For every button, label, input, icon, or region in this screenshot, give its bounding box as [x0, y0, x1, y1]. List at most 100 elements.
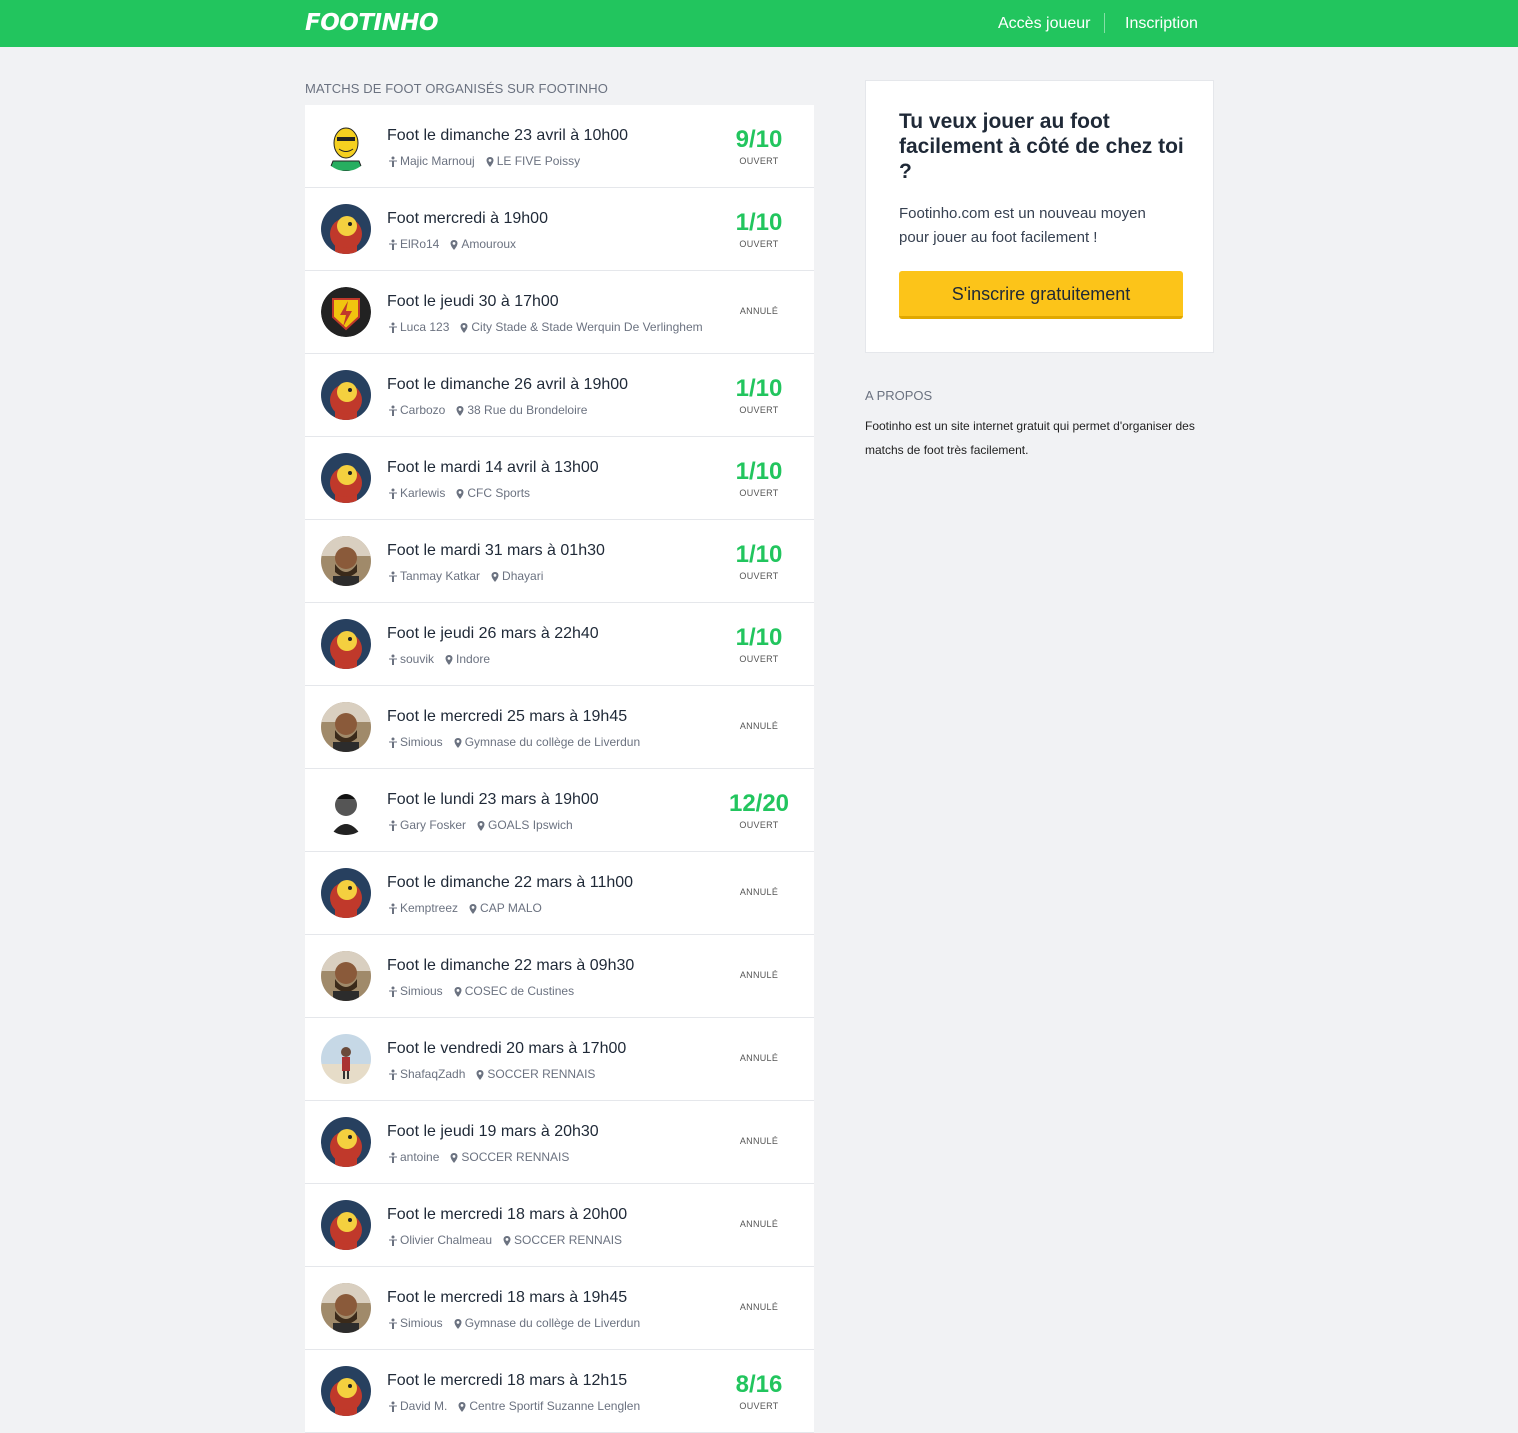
organizer-name: Karlewis: [400, 486, 446, 500]
match-row[interactable]: Foot le mercredi 18 mars à 20h00 Olivier …: [305, 1184, 814, 1267]
match-row[interactable]: Foot le jeudi 19 mars à 20h30 antoine SOCC…: [305, 1101, 814, 1184]
match-row[interactable]: Foot le dimanche 22 mars à 11h00 Kemptree…: [305, 852, 814, 935]
match-title[interactable]: Foot le vendredi 20 mars à 17h00: [387, 1040, 626, 1058]
match-row[interactable]: Foot le vendredi 20 mars à 17h00 ShafaqZa…: [305, 1018, 814, 1101]
match-row[interactable]: Foot le dimanche 22 mars à 09h30 Simious C…: [305, 935, 814, 1018]
match-title[interactable]: Foot mercredi à 19h00: [387, 210, 548, 228]
match-location: Gymnase du collège de Liverdun: [464, 735, 641, 749]
match-title[interactable]: Foot le mercredi 18 mars à 12h15: [387, 1372, 627, 1390]
person-icon: [387, 1067, 400, 1081]
promo-text: Footinho.com est un nouveau moyen pour j…: [899, 205, 1146, 246]
match-title[interactable]: Foot le jeudi 26 mars à 22h40: [387, 625, 599, 643]
match-title[interactable]: Foot le jeudi 30 à 17h00: [387, 293, 559, 311]
footinho-logo[interactable]: FOOTINHO: [305, 9, 439, 37]
match-title[interactable]: Foot le mercredi 18 mars à 19h45: [387, 1289, 627, 1307]
match-location: SOCCER RENNAIS: [461, 1150, 570, 1164]
match-status: 1/10 OUVERT: [724, 520, 794, 603]
organizer-name: Kemptreez: [400, 901, 459, 915]
location-pin-icon: [454, 486, 467, 500]
location-pin-icon: [474, 1067, 487, 1081]
person-icon: [387, 652, 400, 666]
match-status: 1/10 OUVERT: [724, 437, 794, 520]
match-status: ANNULÉ: [724, 271, 794, 354]
match-row[interactable]: Foot le jeudi 26 mars à 22h40 souvik Indor…: [305, 603, 814, 686]
match-row[interactable]: Foot le mercredi 18 mars à 19h45 Simious G…: [305, 1267, 814, 1350]
match-title[interactable]: Foot le dimanche 22 mars à 11h00: [387, 874, 633, 892]
organizer-avatar: [321, 1200, 371, 1250]
match-title[interactable]: Foot le mercredi 18 mars à 20h00: [387, 1206, 627, 1224]
match-row[interactable]: Foot le mercredi 25 mars à 19h45 Simious G…: [305, 686, 814, 769]
match-row[interactable]: Foot le dimanche 23 avril à 10h00 Majic M…: [305, 105, 814, 188]
about-title: A PROPOS: [865, 388, 933, 403]
match-row[interactable]: Foot le mardi 31 mars à 01h30 Tanmay Katk…: [305, 520, 814, 603]
match-meta: Karlewis CFC Sports: [387, 486, 530, 500]
match-row[interactable]: Foot le mercredi 18 mars à 12h15 David M.…: [305, 1350, 814, 1433]
status-label: ANNULÉ: [739, 721, 779, 731]
organizer-name: Olivier Chalmeau: [400, 1233, 493, 1247]
match-title[interactable]: Foot le dimanche 23 avril à 10h00: [387, 127, 628, 145]
organizer-avatar: [321, 1283, 371, 1333]
person-icon: [387, 569, 400, 583]
promo-title: Tu veux jouer au foot facilement à côté …: [899, 110, 1184, 183]
organizer-name: Simious: [400, 984, 443, 998]
match-meta: Gary Fosker GOALS Ipswich: [387, 818, 573, 832]
player-count: 1/10: [735, 375, 783, 402]
organizer-avatar: [321, 785, 371, 835]
match-title[interactable]: Foot le mardi 31 mars à 01h30: [387, 542, 605, 560]
player-count: 1/10: [735, 458, 783, 485]
person-icon: [387, 486, 400, 500]
match-title[interactable]: Foot le dimanche 26 avril à 19h00: [387, 376, 628, 394]
match-location: Indore: [456, 652, 491, 666]
match-meta: souvik Indore: [387, 652, 490, 666]
match-location: SOCCER RENNAIS: [514, 1233, 623, 1247]
match-meta: Simious Gymnase du collège de Liverdun: [387, 1316, 640, 1330]
match-location: Dhayari: [502, 569, 544, 583]
location-pin-icon: [452, 1316, 465, 1330]
signup-promo-card: Tu veux jouer au foot facilement à côté …: [865, 80, 1214, 353]
match-title[interactable]: Foot le mercredi 25 mars à 19h45: [387, 708, 627, 726]
match-meta: Luca 123 City Stade & Stade Werquin De Ve…: [387, 320, 703, 334]
match-title[interactable]: Foot le dimanche 22 mars à 09h30: [387, 957, 634, 975]
nav-divider: [1104, 13, 1105, 33]
match-title[interactable]: Foot le mardi 14 avril à 13h00: [387, 459, 599, 477]
match-row[interactable]: Foot le lundi 23 mars à 19h00 Gary Fosker…: [305, 769, 814, 852]
match-meta: Majic Marnouj LE FIVE Poissy: [387, 154, 580, 168]
match-location: LE FIVE Poissy: [496, 154, 581, 168]
nav-register-container: Inscription: [1125, 0, 1198, 47]
organizer-name: Simious: [400, 1316, 443, 1330]
status-label: ANNULÉ: [739, 970, 779, 980]
status-label: ANNULÉ: [739, 1302, 779, 1312]
status-label: ANNULÉ: [739, 1136, 779, 1146]
nav-player-access-link[interactable]: Accès joueur: [998, 15, 1091, 33]
organizer-avatar: [321, 453, 371, 503]
organizer-name: souvik: [400, 652, 435, 666]
location-pin-icon: [443, 652, 456, 666]
match-status: ANNULÉ: [724, 1101, 794, 1184]
match-title[interactable]: Foot le jeudi 19 mars à 20h30: [387, 1123, 599, 1141]
status-label: OUVERT: [739, 156, 779, 166]
match-meta: Olivier Chalmeau SOCCER RENNAIS: [387, 1233, 622, 1247]
location-pin-icon: [452, 735, 465, 749]
player-count: 1/10: [735, 209, 783, 236]
match-row[interactable]: Foot le jeudi 30 à 17h00 Luca 123 City Sta…: [305, 271, 814, 354]
location-pin-icon: [475, 818, 488, 832]
organizer-name: David M.: [400, 1399, 448, 1413]
person-icon: [387, 1316, 400, 1330]
match-status: 8/16 OUVERT: [724, 1350, 794, 1433]
location-pin-icon: [484, 154, 497, 168]
match-row[interactable]: Foot mercredi à 19h00 ElRo14 Amouroux 1/10 O…: [305, 188, 814, 271]
match-list: Foot le dimanche 23 avril à 10h00 Majic M…: [305, 105, 814, 1433]
nav-register-link[interactable]: Inscription: [1125, 15, 1198, 33]
status-label: ANNULÉ: [739, 1219, 779, 1229]
match-meta: Carbozo 38 Rue du Brondeloire: [387, 403, 587, 417]
signup-free-button[interactable]: S'inscrire gratuitement: [899, 271, 1183, 319]
organizer-name: Luca 123: [400, 320, 450, 334]
match-location: City Stade & Stade Werquin De Verlinghem: [471, 320, 703, 334]
match-row[interactable]: Foot le dimanche 26 avril à 19h00 Carbozo…: [305, 354, 814, 437]
match-title[interactable]: Foot le lundi 23 mars à 19h00: [387, 791, 599, 809]
organizer-name: Tanmay Katkar: [400, 569, 481, 583]
person-icon: [387, 1233, 400, 1247]
match-meta: Kemptreez CAP MALO: [387, 901, 542, 915]
match-location: 38 Rue du Brondeloire: [467, 403, 588, 417]
match-row[interactable]: Foot le mardi 14 avril à 13h00 Karlewis CF…: [305, 437, 814, 520]
